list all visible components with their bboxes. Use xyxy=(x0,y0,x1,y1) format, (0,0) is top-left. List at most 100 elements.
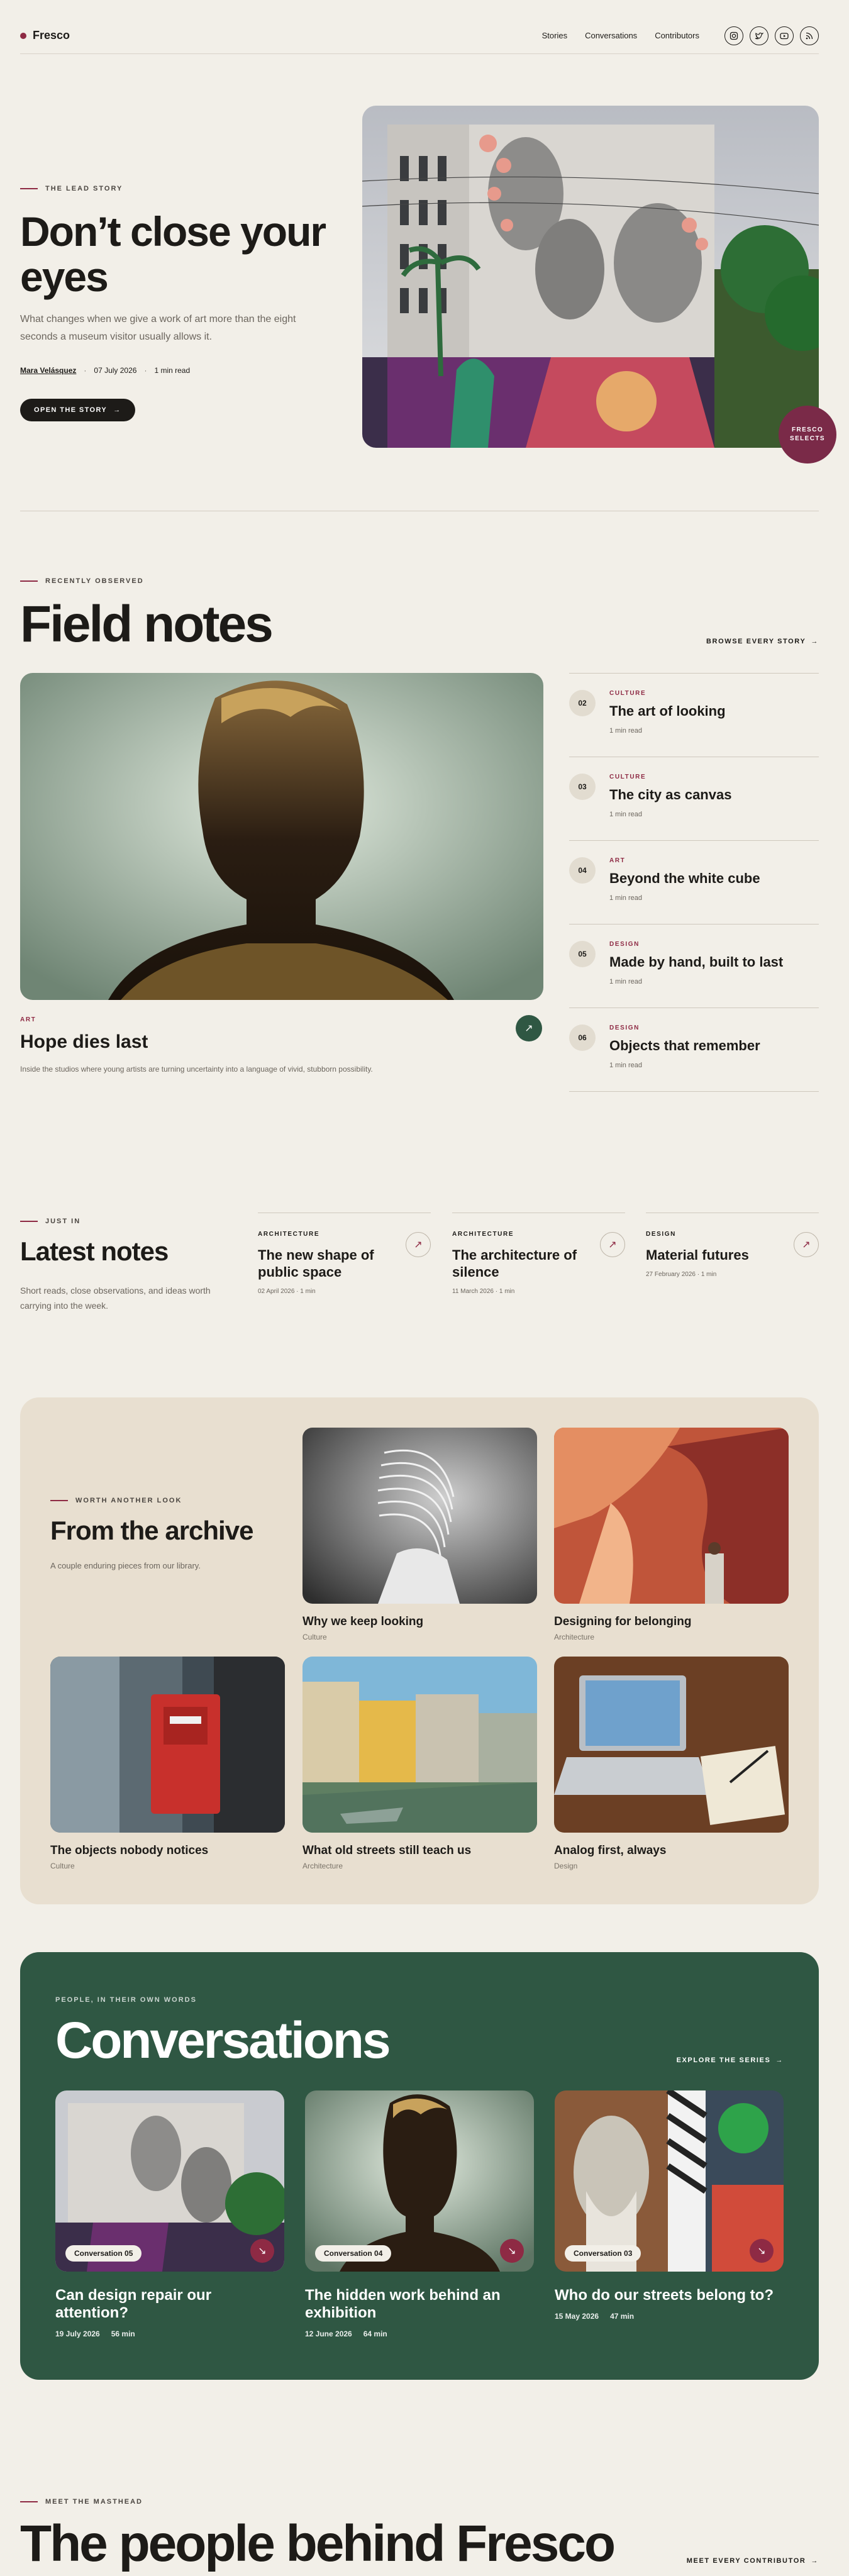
conversation-card[interactable]: Conversation 05 ↘ Can design repair our … xyxy=(55,2090,284,2338)
conversation-image: Conversation 05 ↘ xyxy=(55,2090,284,2272)
arrow-down-right-icon[interactable]: ↘ xyxy=(750,2239,774,2263)
archive-card-category: Culture xyxy=(50,1862,75,1870)
arrow-up-right-icon[interactable]: ↗ xyxy=(794,1232,819,1257)
list-read-time: 1 min read xyxy=(609,1062,642,1069)
arrow-down-right-icon[interactable]: ↘ xyxy=(250,2239,274,2263)
latest-note-card[interactable]: DESIGN Material futures 27 February 2026… xyxy=(646,1213,819,1278)
list-number: 06 xyxy=(569,1024,596,1051)
explore-series-link[interactable]: EXPLORE THE SERIES → xyxy=(677,2057,784,2064)
list-item[interactable]: 05 DESIGN Made by hand, built to last 1 mi… xyxy=(569,924,819,1008)
conversations-eyebrow: PEOPLE, IN THEIR OWN WORDS xyxy=(55,1996,197,2004)
brand-logo[interactable]: Fresco xyxy=(20,29,70,42)
conversation-image: Conversation 03 ↘ xyxy=(555,2090,784,2272)
conversation-card[interactable]: Conversation 04 ↘ The hidden work behind… xyxy=(305,2090,534,2338)
list-read-time: 1 min read xyxy=(609,978,642,985)
fresco-selects-badge: FRESCO SELECTS xyxy=(779,406,836,464)
archive-card[interactable]: Designing for belonging Architecture xyxy=(554,1428,789,1641)
hero-mural-image[interactable] xyxy=(362,106,819,448)
masthead-eyebrow: MEET THE MASTHEAD xyxy=(20,2498,143,2506)
hero-eyebrow: THE LEAD STORY xyxy=(20,185,123,192)
feature-open-arrow-icon[interactable]: ↗ xyxy=(516,1015,542,1041)
list-title: Beyond the white cube xyxy=(609,870,760,886)
arrow-up-right-icon[interactable]: ↗ xyxy=(600,1232,625,1257)
note-category: ARCHITECTURE xyxy=(452,1231,514,1238)
list-number: 04 xyxy=(569,857,596,884)
list-item[interactable]: 04 ART Beyond the white cube 1 min read xyxy=(569,841,819,924)
list-item[interactable]: 06 DESIGN Objects that remember 1 min read xyxy=(569,1008,819,1092)
open-story-button[interactable]: OPEN THE STORY → xyxy=(20,399,135,421)
browse-every-story-link[interactable]: BROWSE EVERY STORY → xyxy=(706,638,819,645)
nav-conversations[interactable]: Conversations xyxy=(585,31,637,40)
meet-every-contributor-link[interactable]: MEET EVERY CONTRIBUTOR → xyxy=(687,2557,819,2565)
list-item[interactable]: 03 CULTURE The city as canvas 1 min read xyxy=(569,757,819,841)
list-category: DESIGN xyxy=(609,941,640,948)
social-links xyxy=(724,26,819,45)
archive-card[interactable]: Analog first, always Design xyxy=(554,1657,789,1870)
nav-contributors[interactable]: Contributors xyxy=(655,31,699,40)
note-title: The new shape of public space xyxy=(258,1247,374,1280)
rss-icon[interactable] xyxy=(800,26,819,45)
hero-title[interactable]: Don’t close your eyes xyxy=(20,209,360,299)
archive-title: From the archive xyxy=(50,1516,253,1545)
nav-stories[interactable]: Stories xyxy=(542,31,567,40)
latest-eyebrow: JUST IN xyxy=(20,1218,80,1225)
twitter-icon[interactable] xyxy=(750,26,769,45)
arrow-right-icon: → xyxy=(113,406,121,414)
archive-card-title: Designing for belonging xyxy=(554,1615,692,1628)
list-number: 05 xyxy=(569,941,596,967)
archive-card[interactable]: What old streets still teach us Architec… xyxy=(302,1657,537,1870)
note-title: Material futures xyxy=(646,1247,749,1263)
archive-card-title: Why we keep looking xyxy=(302,1615,424,1628)
latest-note-card[interactable]: ARCHITECTURE The new shape of public spa… xyxy=(258,1213,431,1295)
note-title: The architecture of silence xyxy=(452,1247,577,1280)
conversation-label: Conversation 04 xyxy=(315,2245,392,2262)
brand-name: Fresco xyxy=(33,29,70,42)
latest-dek: Short reads, close observations, and ide… xyxy=(20,1285,211,1311)
youtube-icon[interactable] xyxy=(775,26,794,45)
conversation-meta: 15 May 2026 47 min xyxy=(555,2312,635,2321)
conversation-card[interactable]: Conversation 03 ↘ Who do our streets bel… xyxy=(555,2090,784,2321)
archive-card[interactable]: The objects nobody notices Culture xyxy=(50,1657,285,1870)
arrow-right-icon: → xyxy=(811,2557,819,2565)
feature-story-image[interactable] xyxy=(20,673,543,1000)
instagram-icon[interactable] xyxy=(724,26,743,45)
latest-note-card[interactable]: ARCHITECTURE The architecture of silence… xyxy=(452,1213,625,1295)
list-number: 02 xyxy=(569,690,596,716)
note-category: ARCHITECTURE xyxy=(258,1231,320,1238)
list-number: 03 xyxy=(569,774,596,800)
list-category: DESIGN xyxy=(609,1024,640,1031)
archive-dek: A couple enduring pieces from our librar… xyxy=(50,1561,201,1570)
list-category: ART xyxy=(609,857,626,864)
archive-card-title: The objects nobody notices xyxy=(50,1844,209,1857)
open-story-label: OPEN THE STORY xyxy=(34,406,108,414)
arrow-up-right-icon[interactable]: ↗ xyxy=(406,1232,431,1257)
hero-date: 07 July 2026 xyxy=(94,366,137,375)
archive-card[interactable]: Why we keep looking Culture xyxy=(302,1428,537,1641)
conversation-label: Conversation 03 xyxy=(565,2245,641,2262)
archive-image xyxy=(554,1428,789,1604)
conversation-image: Conversation 04 ↘ xyxy=(305,2090,534,2272)
list-title: Made by hand, built to last xyxy=(609,954,784,970)
conversation-title: Who do our streets belong to? xyxy=(555,2287,774,2304)
note-meta: 11 March 2026 · 1 min xyxy=(452,1288,515,1295)
arrow-down-right-icon[interactable]: ↘ xyxy=(500,2239,524,2263)
note-meta: 27 February 2026 · 1 min xyxy=(646,1271,717,1278)
list-read-time: 1 min read xyxy=(609,811,642,818)
list-read-time: 1 min read xyxy=(609,894,642,902)
list-category: CULTURE xyxy=(609,690,646,697)
hero-author[interactable]: Mara Velásquez xyxy=(20,366,76,375)
list-read-time: 1 min read xyxy=(609,727,642,735)
list-title: The art of looking xyxy=(609,703,726,719)
arrow-right-icon: → xyxy=(811,638,819,645)
feature-title[interactable]: Hope dies last xyxy=(20,1031,148,1053)
archive-card-category: Culture xyxy=(302,1633,327,1641)
list-title: The city as canvas xyxy=(609,787,732,802)
field-notes-title: Field notes xyxy=(20,596,274,653)
brand-dot-icon xyxy=(20,32,26,39)
note-category: DESIGN xyxy=(646,1231,676,1238)
list-item[interactable]: 02 CULTURE The art of looking 1 min read xyxy=(569,674,819,757)
masthead-title: The people behind Fresco xyxy=(20,2515,616,2572)
archive-image xyxy=(302,1657,537,1833)
list-category: CULTURE xyxy=(609,774,646,780)
archive-image xyxy=(554,1657,789,1833)
